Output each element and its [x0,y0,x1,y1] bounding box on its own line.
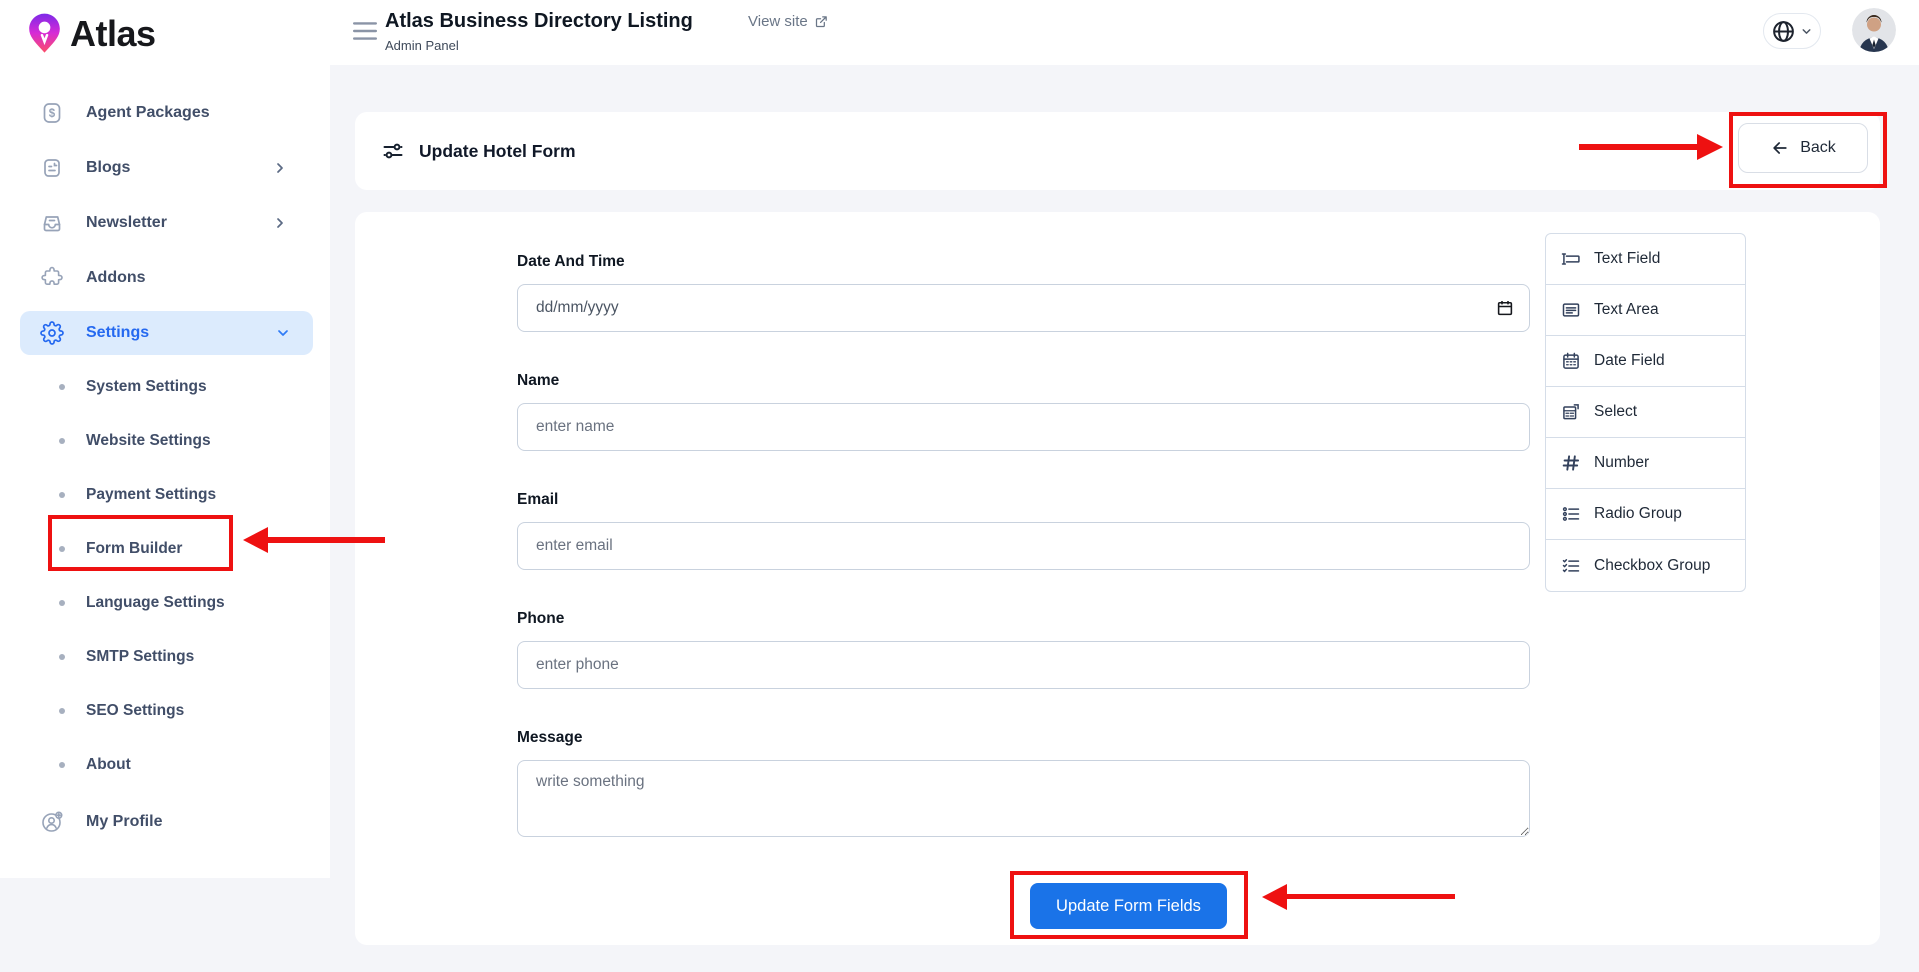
sidebar-subitem-about[interactable]: About [0,738,330,792]
top-header: Atlas Business Directory Listing Admin P… [330,0,1919,65]
bullet-icon [59,546,65,552]
name-input[interactable] [517,403,1530,451]
document-icon [40,156,64,180]
sidebar-subitem-smtp-settings[interactable]: SMTP Settings [0,630,330,684]
form-fields-column: Date And Time Name Email Phone [517,253,1530,882]
radio-list-icon [1561,504,1581,524]
field-group-phone: Phone [517,610,1530,689]
text-field-icon [1561,249,1581,269]
sidebar-item-my-profile[interactable]: My Profile [0,794,330,849]
email-input[interactable] [517,522,1530,570]
sidebar-subitem-payment-settings[interactable]: Payment Settings [0,468,330,522]
map-pin-logo-icon [27,12,62,56]
bullet-icon [59,438,65,444]
field-group-email: Email [517,491,1530,570]
sidebar-item-label: Agent Packages [86,104,210,122]
user-avatar[interactable] [1852,8,1896,52]
field-type-palette: Text Field Text Area Date Field Select [1545,233,1746,592]
sidebar-subitem-website-settings[interactable]: Website Settings [0,414,330,468]
sidebar-nav: $ Agent Packages Blogs Newsletter Addons [0,85,330,849]
calendar-icon [1561,351,1581,371]
field-label: Message [517,729,1530,747]
page-header-card: Update Hotel Form Back [355,112,1880,190]
bullet-icon [59,384,65,390]
sidebar-subitem-language-settings[interactable]: Language Settings [0,576,330,630]
globe-icon [1771,19,1796,44]
external-link-icon [814,14,829,29]
back-button[interactable]: Back [1738,123,1868,173]
palette-item-number[interactable]: Number [1546,438,1745,489]
text-area-icon [1561,300,1581,320]
app-subtitle: Admin Panel [385,38,693,53]
select-table-icon [1561,402,1581,422]
dollar-badge-icon: $ [40,101,64,125]
bullet-icon [59,762,65,768]
page-title: Update Hotel Form [419,141,576,162]
field-label: Phone [517,610,1530,628]
update-form-fields-button[interactable]: Update Form Fields [1030,883,1227,929]
user-plus-icon [40,810,64,834]
brand-logo[interactable]: Atlas [27,12,156,56]
inbox-icon [40,211,64,235]
puzzle-icon [40,266,64,290]
sidebar-item-blogs[interactable]: Blogs [0,140,330,195]
chevron-right-icon [272,215,288,231]
chevron-down-icon [1800,25,1813,38]
sidebar-item-label: Newsletter [86,214,167,232]
sidebar-subitem-seo-settings[interactable]: SEO Settings [0,684,330,738]
phone-input[interactable] [517,641,1530,689]
field-group-message: Message [517,729,1530,842]
palette-item-text-area[interactable]: Text Area [1546,285,1745,336]
sidebar-item-agent-packages[interactable]: $ Agent Packages [0,85,330,140]
chevron-down-icon [275,325,291,341]
view-site-link[interactable]: View site [748,13,829,30]
brand-name: Atlas [70,13,156,55]
sidebar-subitem-form-builder[interactable]: Form Builder [0,522,330,576]
field-group-name: Name [517,372,1530,451]
field-label: Email [517,491,1530,509]
sidebar-item-label: Blogs [86,159,130,177]
sidebar-subitem-system-settings[interactable]: System Settings [0,360,330,414]
checkbox-list-icon [1561,556,1581,576]
palette-item-radio-group[interactable]: Radio Group [1546,489,1745,540]
gear-icon [40,321,64,345]
sidebar-item-addons[interactable]: Addons [0,250,330,305]
sidebar-item-label: Addons [86,269,146,287]
sliders-filter-icon [381,139,405,163]
bullet-icon [59,708,65,714]
field-label: Name [517,372,1530,390]
palette-item-date-field[interactable]: Date Field [1546,336,1745,387]
hash-icon [1561,453,1581,473]
sidebar-item-settings[interactable]: Settings [20,311,313,355]
bullet-icon [59,600,65,606]
date-input[interactable] [517,284,1530,332]
arrow-left-icon [1770,138,1790,158]
palette-item-text-field[interactable]: Text Field [1546,234,1745,285]
svg-text:$: $ [49,108,56,120]
message-textarea[interactable] [517,760,1530,837]
app-title: Atlas Business Directory Listing [385,10,693,33]
bullet-icon [59,492,65,498]
header-titles: Atlas Business Directory Listing Admin P… [385,10,693,53]
palette-item-checkbox-group[interactable]: Checkbox Group [1546,540,1745,591]
avatar-image [1852,8,1896,52]
field-label: Date And Time [517,253,1530,271]
sidebar-item-newsletter[interactable]: Newsletter [0,195,330,250]
sidebar-item-label: Settings [86,324,149,342]
form-builder-card: Date And Time Name Email Phone [355,212,1880,945]
sidebar: Atlas $ Agent Packages Blogs Newsletter [0,0,330,878]
bullet-icon [59,654,65,660]
hamburger-menu-icon[interactable] [352,20,378,42]
chevron-right-icon [272,160,288,176]
language-switcher[interactable] [1763,13,1821,49]
palette-item-select[interactable]: Select [1546,387,1745,438]
field-group-date: Date And Time [517,253,1530,332]
